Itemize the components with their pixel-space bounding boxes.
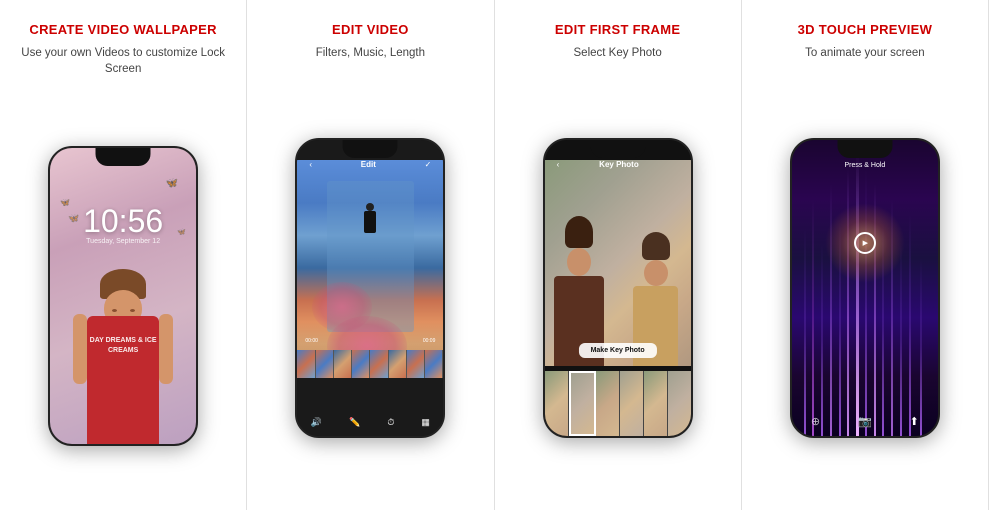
light-col-3	[821, 243, 823, 435]
filmstrip-cell-6	[389, 350, 407, 378]
girl2-hair	[642, 232, 670, 260]
light-col-11	[900, 243, 902, 435]
filmstrip-3-cell-2-selected[interactable]	[569, 371, 596, 436]
panel-3-phone-wrap: ‹ Key Photo	[543, 75, 693, 500]
filmstrip-cell-2	[316, 350, 334, 378]
timeline-times: 00:00 00:09	[297, 338, 443, 344]
edit-back-button[interactable]: ‹	[309, 160, 312, 169]
filmstrip-3-cell-4[interactable]	[620, 371, 644, 436]
bottom-toolbar: ⊕ 📷 ⬆	[792, 415, 938, 428]
girl-arm-right	[159, 314, 173, 384]
haptic-icon: ⊕	[811, 415, 820, 428]
butterfly-icon-4: 🦋	[68, 213, 79, 224]
panel-edit-video: EDIT VIDEO Filters, Music, Length ‹ Edit…	[247, 0, 494, 510]
girl-shirt: DAY DREAMS & ICE CREAMS	[87, 316, 159, 444]
camera-icon[interactable]: 📷	[858, 415, 872, 428]
panel-3-phone: ‹ Key Photo	[543, 138, 693, 438]
girl-shirt-text: DAY DREAMS & ICE CREAMS	[87, 336, 159, 357]
filmstrip-cell-3	[334, 350, 352, 378]
girl-eye-right	[130, 309, 135, 312]
panel-4-screen: Press & Hold ⊕ 📷 ⬆	[792, 140, 938, 436]
girl1-head	[567, 248, 591, 276]
press-hold-text: Press & Hold	[844, 162, 885, 169]
filmstrip-3-cell-3[interactable]	[596, 371, 620, 436]
panel-3-subtitle: Select Key Photo	[574, 45, 662, 61]
panel-2-screen: ‹ Edit ✓	[297, 140, 443, 436]
filmstrip-cell-1	[297, 350, 315, 378]
panel-2-phone-wrap: ‹ Edit ✓	[295, 75, 445, 500]
girl1-hair	[565, 216, 593, 248]
panel-1-screen: 🦋 🦋 🦋 🦋 10:56 Tuesday, September 12	[50, 148, 196, 444]
panel-1-phone: 🦋 🦋 🦋 🦋 10:56 Tuesday, September 12	[48, 146, 198, 446]
panel-4-title: 3D TOUCH PREVIEW	[798, 22, 933, 37]
filmstrip-cell-4	[352, 350, 370, 378]
filmstrip-cell-7	[407, 350, 425, 378]
light-col-12	[909, 214, 911, 436]
dancer-body	[364, 211, 376, 233]
butterfly-icon-3: 🦋	[177, 228, 186, 236]
dancer-head	[366, 203, 374, 211]
panel-edit-first-frame: EDIT FIRST FRAME Select Key Photo ‹ Key …	[495, 0, 742, 510]
filmstrip-3-cell-1[interactable]	[545, 371, 569, 436]
girl-figure: DAY DREAMS & ICE CREAMS	[78, 249, 168, 444]
panel-4-phone-wrap: Press & Hold ⊕ 📷 ⬆	[790, 75, 940, 500]
panel-3-screen: ‹ Key Photo	[545, 140, 691, 436]
grid-icon[interactable]: ▦	[421, 417, 430, 428]
edit-topbar: ‹ Edit ✓	[297, 160, 443, 169]
press-hold-bar: Press & Hold	[792, 162, 938, 169]
girl-arm-left	[73, 314, 87, 384]
light-col-center	[856, 154, 859, 435]
edit-title: Edit	[361, 160, 376, 169]
time-end: 00:09	[423, 338, 436, 344]
filmstrip-cell-5	[370, 350, 388, 378]
butterfly-icon: 🦋	[166, 178, 178, 189]
make-key-photo-button[interactable]: Make Key Photo	[579, 343, 657, 358]
play-button[interactable]	[854, 232, 876, 254]
filmstrip-3-cell-5[interactable]	[644, 371, 668, 436]
girl2-head	[644, 260, 668, 286]
lock-screen-date: Tuesday, September 12	[50, 238, 196, 245]
filmstrip	[297, 350, 443, 378]
butterfly-icon-2: 🦋	[60, 198, 70, 207]
panel-2-phone: ‹ Edit ✓	[295, 138, 445, 438]
filmstrip-cell-8	[425, 350, 443, 378]
panel-create-video-wallpaper: CREATE VIDEO WALLPAPER Use your own Vide…	[0, 0, 247, 510]
dancer-figure	[364, 203, 376, 233]
panel-1-phone-wrap: 🦋 🦋 🦋 🦋 10:56 Tuesday, September 12	[48, 91, 198, 500]
light-col-2	[812, 199, 814, 436]
panel-3d-touch-preview: 3D TOUCH PREVIEW To animate your screen	[742, 0, 989, 510]
share-icon[interactable]: ⬆	[910, 415, 919, 428]
panel-3-title: EDIT FIRST FRAME	[555, 22, 680, 37]
panel-1-subtitle: Use your own Videos to customize Lock Sc…	[10, 45, 236, 77]
light-col-1	[804, 228, 806, 435]
edit-confirm-button[interactable]: ✓	[425, 160, 432, 169]
panel-2-title: EDIT VIDEO	[332, 22, 409, 37]
girl-eye-left	[112, 309, 117, 312]
key-photo-filmstrip	[545, 371, 691, 436]
filmstrip-3-cell-6[interactable]	[668, 371, 691, 436]
timer-icon[interactable]: ⏱	[387, 417, 394, 428]
edit-icon[interactable]: ✏️	[349, 417, 360, 428]
key-photo-title: Key Photo	[599, 160, 639, 169]
key-photo-topbar: ‹ Key Photo	[545, 160, 691, 169]
panel-4-phone: Press & Hold ⊕ 📷 ⬆	[790, 138, 940, 438]
panel-2-subtitle: Filters, Music, Length	[316, 45, 425, 61]
light-columns	[792, 140, 938, 436]
key-photo-back-button[interactable]: ‹	[557, 160, 560, 169]
time-start: 00:00	[305, 338, 318, 344]
volume-icon[interactable]: 🔊	[311, 417, 322, 428]
light-col-13	[920, 258, 922, 436]
filmstrip-cells	[545, 371, 691, 436]
panel-4-subtitle: To animate your screen	[805, 45, 925, 61]
edit-toolbar: 🔊 ✏️ ⏱ ▦	[297, 417, 443, 428]
panel-1-title: CREATE VIDEO WALLPAPER	[29, 22, 216, 37]
key-photo-preview	[545, 160, 691, 366]
